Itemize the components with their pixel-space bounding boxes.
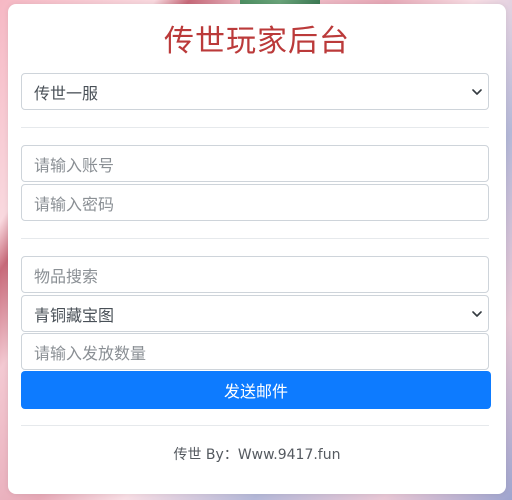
chevron-down-icon	[472, 88, 482, 95]
server-select-value: 传世一服	[34, 83, 99, 103]
section-divider	[21, 425, 489, 426]
section-divider	[21, 238, 489, 239]
username-input[interactable]: 请输入账号	[21, 145, 489, 182]
send-mail-button[interactable]: 发送邮件	[21, 371, 491, 409]
item-select-value: 青铜藏宝图	[34, 305, 115, 325]
item-select[interactable]: 青铜藏宝图	[21, 295, 489, 332]
quantity-input[interactable]: 请输入发放数量	[21, 333, 489, 370]
password-input[interactable]: 请输入密码	[21, 184, 489, 221]
footer-credit: 传世 By：Www.9417.fun	[173, 447, 341, 463]
server-select[interactable]: 传世一服	[21, 73, 489, 110]
item-search-input[interactable]: 物品搜索	[21, 256, 489, 293]
section-divider	[21, 127, 489, 128]
item-search-placeholder: 物品搜索	[34, 266, 99, 286]
password-placeholder: 请输入密码	[34, 194, 115, 214]
username-placeholder: 请输入账号	[34, 155, 115, 175]
chevron-down-icon	[472, 310, 482, 317]
admin-panel: 传世玩家后台 传世一服 请输入账号 请输入密码 物品搜索 青铜藏宝图 请输入发放…	[8, 4, 506, 494]
quantity-placeholder: 请输入发放数量	[34, 343, 147, 363]
page-title: 传世玩家后台	[164, 24, 350, 59]
